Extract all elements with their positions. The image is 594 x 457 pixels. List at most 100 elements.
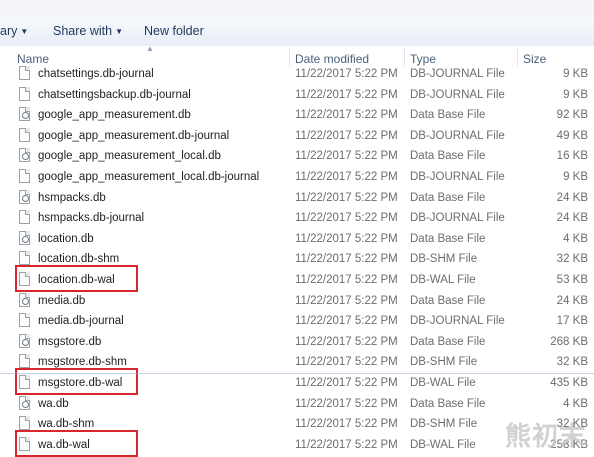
database-file-icon xyxy=(19,292,30,307)
file-name: wa.db-shm xyxy=(38,418,95,431)
file-date-modified: 11/22/2017 5:22 PM xyxy=(295,377,398,389)
database-file-icon xyxy=(19,333,30,348)
file-icon xyxy=(19,354,30,369)
database-file-icon xyxy=(19,148,30,163)
file-date-modified: 11/22/2017 5:22 PM xyxy=(295,232,398,245)
file-type: DB-SHM File xyxy=(410,356,478,369)
file-name: msgstore.db-shm xyxy=(38,356,127,369)
file-icon xyxy=(19,66,30,80)
file-name: google_app_measurement_local.db xyxy=(38,150,221,163)
file-type: Data Base File xyxy=(410,191,486,204)
file-type: DB-SHM File xyxy=(410,253,478,266)
new-folder-button[interactable]: New folder xyxy=(144,24,204,38)
file-name: media.db-journal xyxy=(38,315,124,328)
file-icon xyxy=(19,313,30,328)
file-type: Data Base File xyxy=(410,335,486,348)
file-type: DB-WAL File xyxy=(410,377,476,389)
file-date-modified: 11/22/2017 5:22 PM xyxy=(295,335,398,348)
file-row[interactable]: hsmpacks.db-journal 11/22/2017 5:22 PM DB-… xyxy=(0,208,594,228)
file-name: chatsettingsbackup.db-journal xyxy=(38,88,191,101)
chevron-down-icon: ▼ xyxy=(115,27,123,36)
library-menu-button[interactable]: ary ▼ xyxy=(0,24,28,38)
new-folder-label: New folder xyxy=(144,24,204,38)
file-size: 92 KB xyxy=(556,109,588,122)
file-name: msgstore.db xyxy=(38,335,102,348)
chevron-down-icon: ▼ xyxy=(20,27,29,36)
file-type: DB-JOURNAL File xyxy=(410,212,505,225)
file-date-modified: 11/22/2017 5:22 PM xyxy=(295,315,398,328)
file-row[interactable]: google_app_measurement_local.db-journal 1… xyxy=(0,167,594,187)
file-row[interactable]: google_app_measurement_local.db 11/22/201… xyxy=(0,146,594,166)
database-file-icon xyxy=(19,189,30,204)
window-top-strip xyxy=(0,0,594,17)
file-date-modified: 11/22/2017 5:22 PM xyxy=(295,438,398,451)
file-row[interactable]: hsmpacks.db 11/22/2017 5:22 PM Data Base F… xyxy=(0,188,594,208)
file-name: location.db xyxy=(38,232,94,245)
file-date-modified: 11/22/2017 5:22 PM xyxy=(295,68,398,80)
file-row[interactable]: msgstore.db 11/22/2017 5:22 PM Data Base F… xyxy=(0,332,594,352)
file-name: media.db xyxy=(38,294,86,307)
file-name: hsmpacks.db xyxy=(38,191,106,204)
file-name: hsmpacks.db-journal xyxy=(38,212,145,225)
database-file-icon xyxy=(19,107,30,122)
file-date-modified: 11/22/2017 5:22 PM xyxy=(295,356,398,369)
share-with-label: Share with xyxy=(53,24,113,38)
file-name: wa.db xyxy=(38,397,69,410)
file-size: 16 KB xyxy=(556,150,588,163)
toolbar: ary ▼ Share with ▼ New folder xyxy=(0,17,594,47)
file-type: DB-JOURNAL File xyxy=(410,315,505,328)
file-icon xyxy=(19,416,30,431)
file-size: 4 KB xyxy=(563,397,588,410)
file-row[interactable]: google_app_measurement.db 11/22/2017 5:22… xyxy=(0,105,594,125)
file-icon xyxy=(19,210,30,225)
file-date-modified: 11/22/2017 5:22 PM xyxy=(295,397,398,410)
file-icon xyxy=(19,86,30,101)
file-type: DB-WAL File xyxy=(410,274,476,286)
file-size: 9 KB xyxy=(563,68,588,80)
file-row[interactable]: media.db 11/22/2017 5:22 PM Data Base File… xyxy=(0,291,594,311)
file-type: DB-JOURNAL File xyxy=(410,129,505,142)
file-type: Data Base File xyxy=(410,150,486,163)
file-name: location.db-shm xyxy=(38,253,120,266)
file-row[interactable]: location.db-wal 11/22/2017 5:22 PM DB-WAL … xyxy=(0,265,594,292)
watermark: 熊初末 xyxy=(504,422,586,452)
file-type: Data Base File xyxy=(410,397,486,410)
file-size: 9 KB xyxy=(563,88,588,101)
library-menu-label: ary xyxy=(0,24,18,38)
file-size: 24 KB xyxy=(556,294,588,307)
file-type: DB-JOURNAL File xyxy=(410,88,505,101)
file-row[interactable]: location.db 11/22/2017 5:22 PM Data Base F… xyxy=(0,229,594,249)
red-highlight-box xyxy=(15,429,138,457)
file-size: 49 KB xyxy=(556,129,588,142)
file-date-modified: 11/22/2017 5:22 PM xyxy=(295,212,398,225)
file-date-modified: 11/22/2017 5:22 PM xyxy=(295,418,398,431)
file-name: google_app_measurement.db xyxy=(38,109,191,122)
file-row[interactable]: chatsettingsbackup.db-journal 11/22/2017 … xyxy=(0,85,594,105)
red-highlight-box xyxy=(15,265,138,292)
file-date-modified: 11/22/2017 5:22 PM xyxy=(295,294,398,307)
file-row[interactable]: msgstore.db-wal 11/22/2017 5:22 PM DB-WAL … xyxy=(0,368,594,395)
file-date-modified: 11/22/2017 5:22 PM xyxy=(295,129,398,142)
sort-ascending-icon: ▲ xyxy=(146,44,154,53)
file-date-modified: 11/22/2017 5:22 PM xyxy=(295,171,398,183)
database-file-icon xyxy=(19,395,30,410)
file-icon xyxy=(19,169,30,183)
database-file-icon xyxy=(19,230,30,245)
file-icon xyxy=(19,127,30,142)
file-size: 32 KB xyxy=(556,253,588,266)
file-size: 4 KB xyxy=(563,232,588,245)
file-size: 32 KB xyxy=(556,356,588,369)
file-row[interactable]: chatsettings.db-journal 11/22/2017 5:22 P… xyxy=(0,64,594,84)
file-row[interactable]: wa.db 11/22/2017 5:22 PM Data Base File 4 K… xyxy=(0,394,594,414)
file-name: google_app_measurement.db-journal xyxy=(38,129,230,142)
file-icon xyxy=(19,251,30,266)
file-size: 17 KB xyxy=(556,315,588,328)
file-type: Data Base File xyxy=(410,109,486,122)
file-type: Data Base File xyxy=(410,232,486,245)
file-row[interactable]: google_app_measurement.db-journal 11/22/2… xyxy=(0,126,594,146)
file-row[interactable]: media.db-journal 11/22/2017 5:22 PM DB-JOU… xyxy=(0,311,594,331)
file-name: chatsettings.db-journal xyxy=(38,68,154,80)
share-with-button[interactable]: Share with ▼ xyxy=(53,24,123,38)
file-date-modified: 11/22/2017 5:22 PM xyxy=(295,191,398,204)
file-type: Data Base File xyxy=(410,294,486,307)
